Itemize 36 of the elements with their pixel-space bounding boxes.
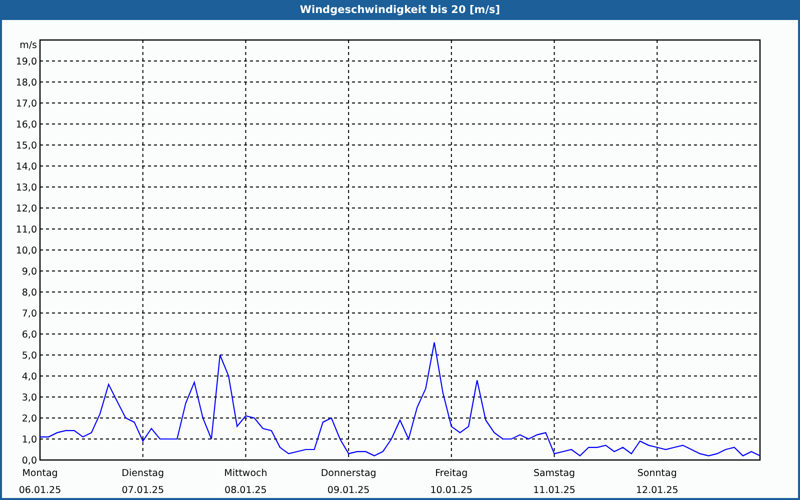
y-axis-tick-label: 13,0 [16, 182, 37, 194]
y-axis-tick-label: 1,0 [22, 434, 37, 446]
x-axis-date-label: 08.01.25 [224, 485, 267, 496]
y-axis-tick-label: 9,0 [22, 266, 37, 278]
y-axis-tick-label: 19,0 [16, 56, 37, 68]
x-axis-day-label: Montag [22, 468, 58, 479]
x-axis-day-label: Mittwoch [224, 468, 268, 479]
x-axis-date-label: 09.01.25 [327, 485, 370, 496]
y-axis-tick-label: 12,0 [16, 204, 37, 214]
x-axis-day-label: Sonntag [637, 468, 677, 479]
y-axis-tick-label: 16,0 [16, 120, 37, 130]
y-axis-tick-label: 15,0 [16, 140, 37, 152]
y-axis-tick-label: 7,0 [22, 308, 37, 320]
x-axis-day-label: Samstag [533, 468, 576, 479]
x-axis-date-label: 07.01.25 [122, 485, 164, 496]
y-axis-tick-label: 18,0 [16, 78, 37, 88]
x-axis-date-label: 10.01.25 [430, 485, 473, 496]
y-axis-tick-label: 0,0 [22, 456, 37, 466]
y-axis-unit-label: m/s [20, 40, 37, 51]
y-axis-tick-label: 5,0 [22, 350, 37, 362]
x-axis-date-label: 06.01.25 [18, 485, 62, 496]
x-axis-day-label: Dienstag [122, 468, 164, 479]
y-axis-tick-label: 17,0 [16, 98, 37, 110]
y-axis-tick-label: 11,0 [16, 224, 37, 236]
y-axis-tick-label: 6,0 [22, 330, 37, 340]
y-axis-tick-label: 10,0 [16, 246, 37, 256]
y-axis-tick-label: 4,0 [22, 372, 37, 382]
x-axis-day-label: Freitag [435, 468, 468, 479]
x-axis-day-label: Donnerstag [320, 468, 376, 479]
y-axis-tick-label: 14,0 [16, 162, 37, 172]
x-axis-date-label: 12.01.25 [636, 485, 678, 496]
window-title: Windgeschwindigkeit bis 20 [m/s] [300, 4, 500, 16]
y-axis-tick-label: 2,0 [22, 414, 37, 424]
x-axis-date-label: 11.01.25 [533, 485, 576, 496]
y-axis-tick-label: 3,0 [22, 392, 37, 404]
y-axis-tick-label: 8,0 [22, 288, 37, 298]
